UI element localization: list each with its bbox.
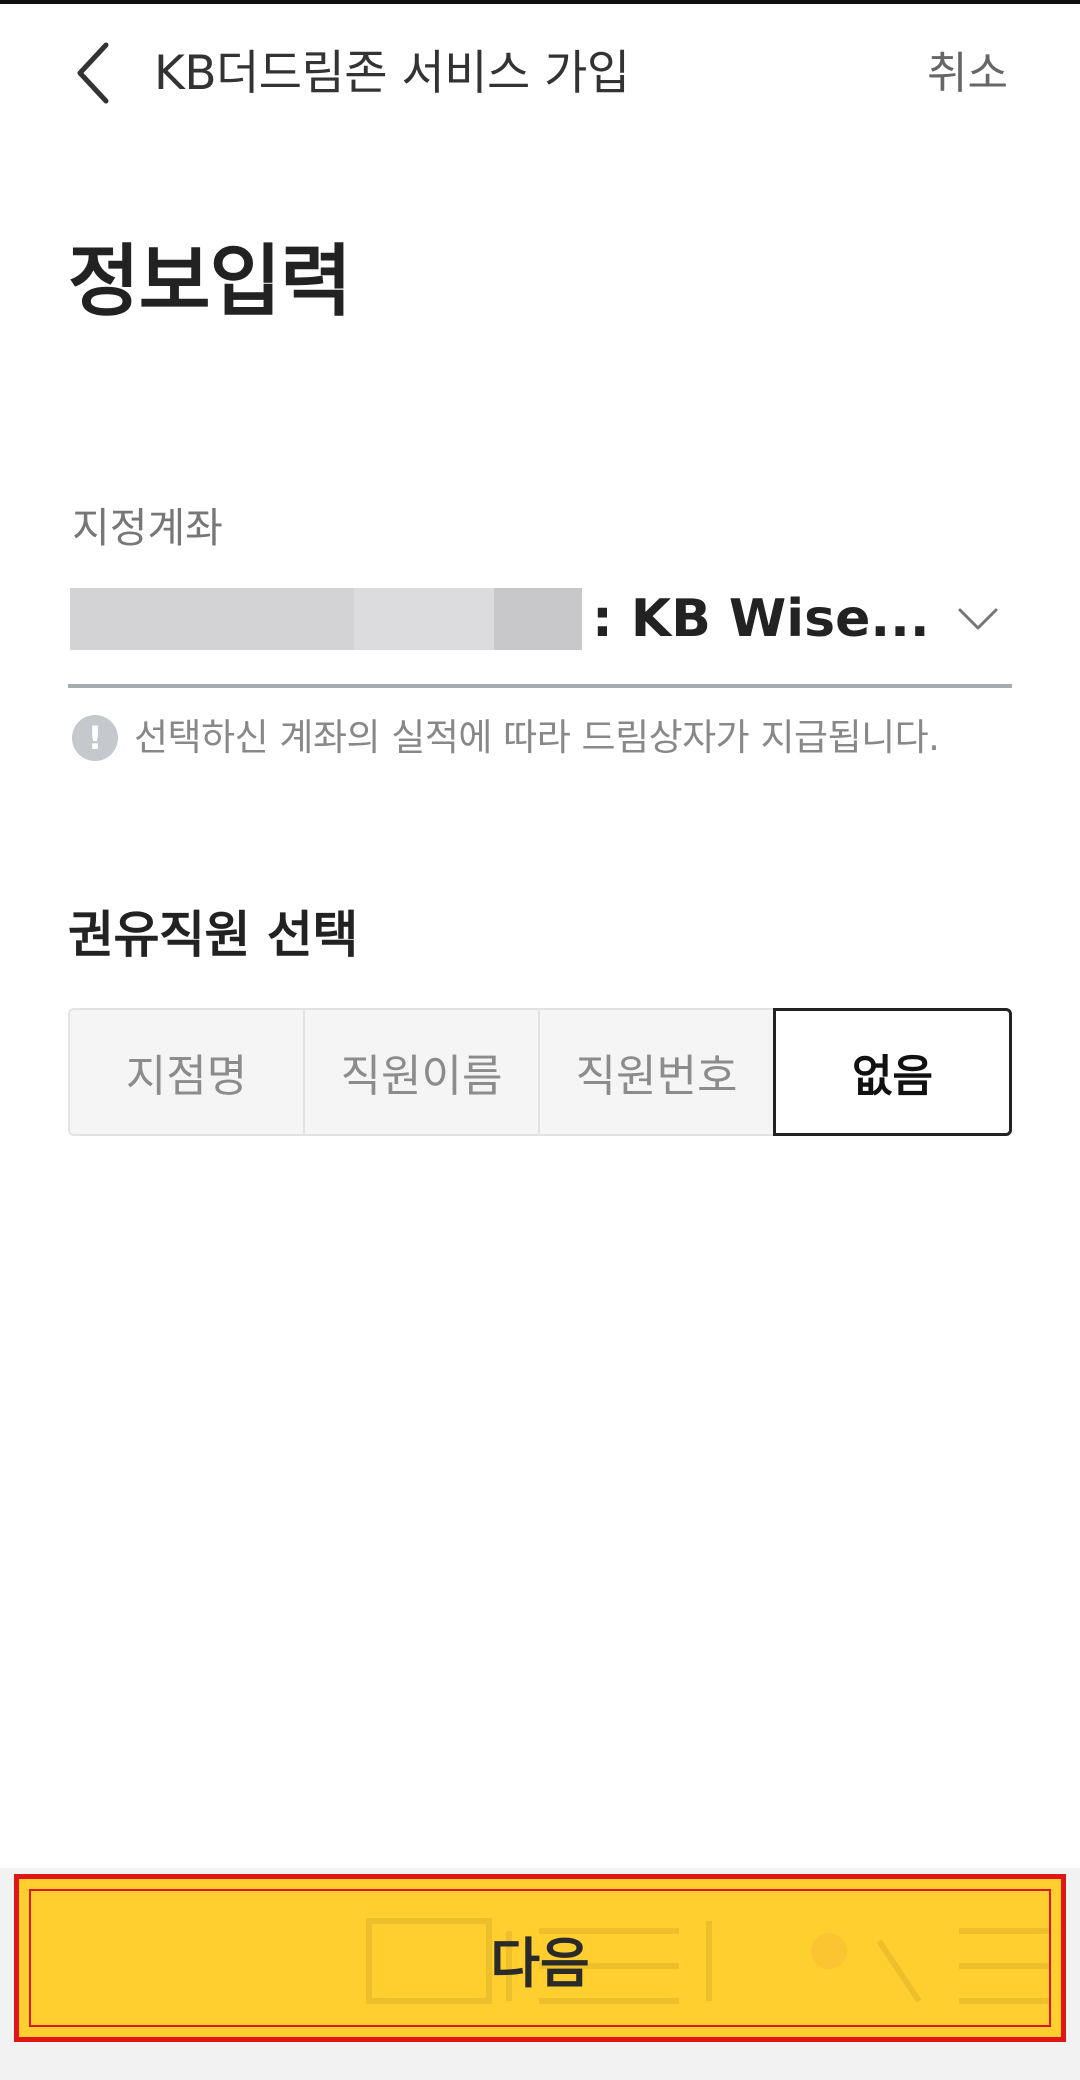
account-name: : KB Wise... [592, 589, 930, 649]
next-button-label: 다음 [490, 1931, 590, 1995]
app-header: KB더드림존 서비스 가입 취소 [0, 4, 1080, 140]
page-title: 정보입력 [68, 237, 352, 327]
option-branch-name[interactable]: 지점명 [68, 1008, 303, 1136]
option-none[interactable]: 없음 [773, 1008, 1012, 1136]
next-button[interactable]: 다음 [14, 1874, 1066, 2042]
employee-selector: 지점명 직원이름 직원번호 없음 [68, 1008, 1012, 1136]
account-notice-text: 선택하신 계좌의 실적에 따라 드림상자가 지급됩니다. [134, 716, 940, 759]
option-employee-number[interactable]: 직원번호 [538, 1008, 773, 1136]
back-button[interactable] [64, 38, 124, 108]
account-notice: ! 선택하신 계좌의 실적에 따라 드림상자가 지급됩니다. [72, 708, 940, 768]
header-title: KB더드림존 서비스 가입 [154, 46, 630, 101]
option-employee-name[interactable]: 직원이름 [303, 1008, 538, 1136]
chevron-down-icon [958, 608, 998, 630]
account-select[interactable]: : KB Wise... [68, 572, 1012, 688]
masked-account-number [70, 588, 582, 650]
watermark-graphic [366, 1918, 1049, 2004]
cancel-button[interactable]: 취소 [927, 42, 1008, 106]
employee-section-title: 권유직원 선택 [68, 906, 358, 964]
account-label: 지정계좌 [72, 504, 223, 552]
exclamation-icon: ! [72, 715, 118, 761]
chevron-left-icon [77, 42, 109, 104]
